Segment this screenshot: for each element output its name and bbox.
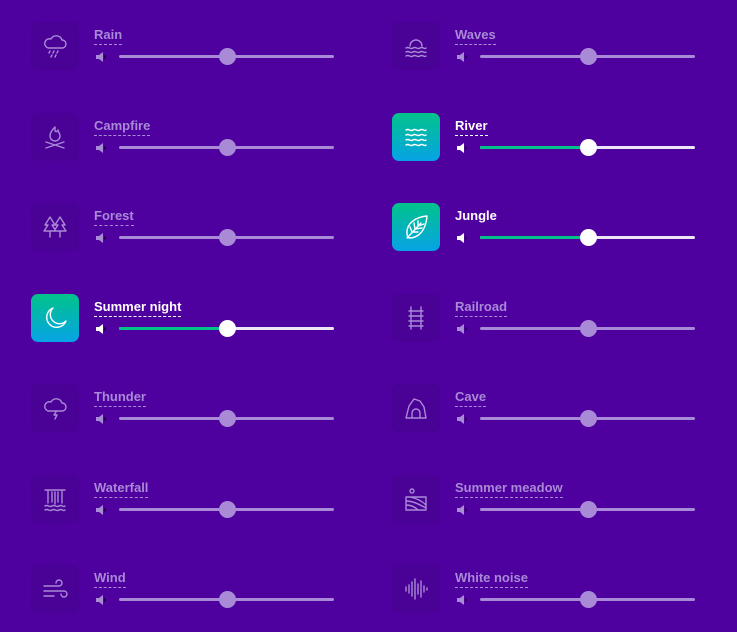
sound-title: Railroad (455, 299, 508, 317)
sound-item-summer-night: Summer night (31, 293, 351, 344)
railroad-icon[interactable] (392, 293, 440, 342)
volume-slider-thumb[interactable] (218, 229, 236, 246)
volume-slider[interactable] (480, 229, 695, 246)
sound-item-railroad: Railroad (392, 293, 712, 344)
volume-icon (456, 593, 468, 605)
volume-slider-thumb[interactable] (579, 500, 597, 518)
sound-item-summer-meadow: Summer meadow (392, 474, 712, 525)
volume-slider-thumb[interactable] (579, 229, 597, 246)
volume-icon (456, 231, 468, 243)
volume-slider[interactable] (480, 500, 695, 518)
volume-slider-thumb[interactable] (579, 410, 597, 427)
cloud-rain-icon[interactable] (31, 22, 79, 70)
volume-slider-thumb[interactable] (218, 500, 236, 518)
volume-slider-fill (480, 327, 588, 330)
sound-title: Thunder (94, 389, 146, 407)
sound-title: Waterfall (94, 480, 149, 498)
sound-title: Waves (455, 27, 496, 45)
volume-slider-fill (480, 417, 588, 420)
sound-item-campfire: Campfire (31, 112, 351, 163)
leaf-icon[interactable] (392, 203, 440, 251)
sound-wave-icon[interactable] (392, 565, 440, 613)
sound-item-waterfall: Waterfall (31, 474, 351, 525)
volume-slider-fill (119, 598, 227, 601)
volume-slider-thumb[interactable] (218, 319, 236, 337)
sound-title: Forest (94, 208, 134, 226)
volume-icon (95, 412, 107, 424)
volume-icon (95, 503, 107, 515)
sound-item-forest: Forest (31, 203, 351, 253)
waterfall-icon[interactable] (31, 474, 79, 523)
sound-item-rain: Rain (31, 22, 351, 72)
river-waves-icon[interactable] (392, 112, 440, 161)
cave-icon[interactable] (392, 384, 440, 432)
sound-title: Campfire (94, 118, 151, 136)
volume-slider[interactable] (119, 138, 334, 156)
sound-title: White noise (455, 570, 528, 588)
volume-slider-thumb[interactable] (579, 319, 597, 337)
sound-title: Wind (94, 570, 126, 588)
sound-title: Summer meadow (455, 480, 563, 498)
volume-slider-fill (480, 55, 588, 58)
sound-title: Jungle (455, 208, 497, 223)
volume-slider[interactable] (480, 319, 695, 337)
sound-item-waves: Waves (392, 22, 712, 72)
volume-icon (456, 412, 468, 424)
volume-icon (456, 141, 468, 153)
volume-slider[interactable] (480, 48, 695, 65)
cloud-lightning-icon[interactable] (31, 384, 79, 432)
sound-item-thunder: Thunder (31, 384, 351, 434)
volume-slider[interactable] (119, 229, 334, 246)
sound-item-white-noise: White noise (392, 565, 712, 615)
volume-slider-fill (119, 236, 227, 239)
volume-slider-fill (119, 146, 227, 149)
sound-item-jungle: Jungle (392, 203, 712, 253)
volume-slider-thumb[interactable] (218, 410, 236, 427)
volume-slider-fill (480, 598, 588, 601)
volume-slider[interactable] (480, 410, 695, 427)
moon-icon[interactable] (31, 293, 79, 342)
volume-icon (456, 322, 468, 334)
volume-slider-thumb[interactable] (218, 591, 236, 608)
volume-slider-thumb[interactable] (218, 48, 236, 65)
waves-sun-icon[interactable] (392, 22, 440, 70)
volume-slider[interactable] (119, 48, 334, 65)
trees-icon[interactable] (31, 203, 79, 251)
volume-slider-fill (119, 55, 227, 58)
volume-slider[interactable] (119, 410, 334, 427)
volume-slider[interactable] (119, 319, 334, 337)
volume-slider[interactable] (480, 591, 695, 608)
volume-slider-thumb[interactable] (579, 138, 597, 156)
volume-slider-thumb[interactable] (579, 48, 597, 65)
sound-item-wind: Wind (31, 565, 351, 615)
volume-icon (95, 322, 107, 334)
volume-icon (95, 231, 107, 243)
volume-slider[interactable] (480, 138, 695, 156)
volume-slider-thumb[interactable] (218, 138, 236, 156)
volume-slider-fill (480, 236, 588, 239)
volume-slider-fill (480, 145, 588, 149)
volume-slider-fill (119, 417, 227, 420)
volume-icon (456, 503, 468, 515)
volume-slider-fill (119, 326, 227, 330)
sound-title: Cave (455, 389, 487, 407)
sound-title: Summer night (94, 299, 182, 317)
sound-title: River (455, 118, 488, 136)
volume-slider-fill (119, 508, 227, 511)
campfire-icon[interactable] (31, 112, 79, 161)
volume-icon (95, 50, 107, 62)
sound-item-cave: Cave (392, 384, 712, 434)
volume-icon (95, 141, 107, 153)
wind-icon[interactable] (31, 565, 79, 613)
volume-icon (456, 50, 468, 62)
sound-item-river: River (392, 112, 712, 163)
volume-slider[interactable] (119, 591, 334, 608)
volume-slider-fill (480, 508, 588, 511)
volume-slider[interactable] (119, 500, 334, 518)
meadow-icon[interactable] (392, 474, 440, 523)
volume-icon (95, 593, 107, 605)
volume-slider-thumb[interactable] (579, 591, 597, 608)
sound-title: Rain (94, 27, 123, 45)
